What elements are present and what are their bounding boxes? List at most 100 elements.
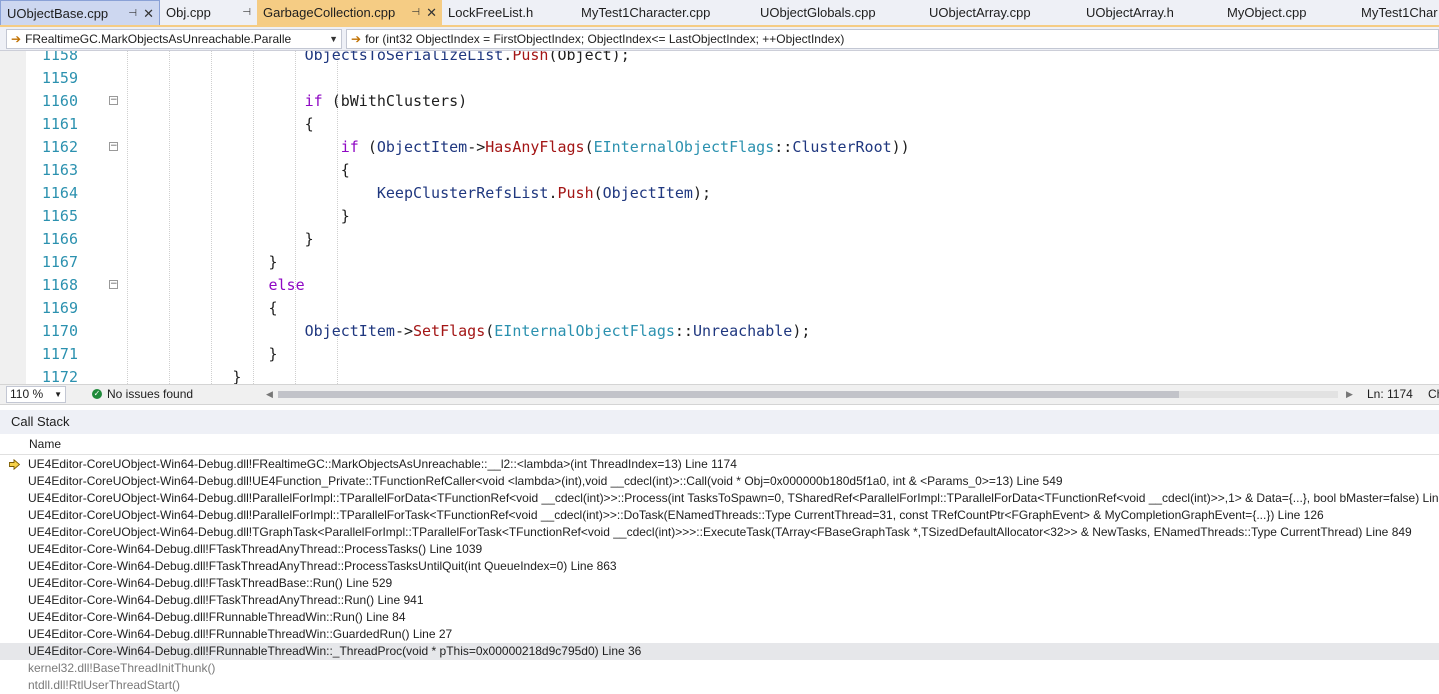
editor-status-bar: 110 % ▼ ✓ No issues found ◀ ▶ Ln: 1174 Ch bbox=[0, 384, 1439, 405]
line-number: 1160 bbox=[41, 92, 78, 110]
call-stack-frame-name: UE4Editor-Core-Win64-Debug.dll!FTaskThre… bbox=[28, 576, 393, 590]
code-token: EInternalObjectFlags bbox=[494, 322, 675, 340]
name-column-header[interactable]: Name bbox=[29, 434, 61, 455]
code-text: ObjectItem->SetFlags(EInternalObjectFlag… bbox=[124, 320, 811, 343]
call-stack-frame[interactable]: UE4Editor-Core-Win64-Debug.dll!FTaskThre… bbox=[0, 541, 1439, 558]
code-token: )) bbox=[891, 138, 910, 156]
code-token: KeepClusterRefsList bbox=[124, 184, 549, 202]
pin-icon[interactable]: ⊣ bbox=[128, 1, 137, 25]
issues-status[interactable]: No issues found bbox=[107, 385, 193, 404]
code-token: . bbox=[503, 51, 513, 64]
line-number: 1167 bbox=[41, 253, 78, 271]
member-dropdown[interactable]: ➔ for (int32 ObjectIndex = FirstObjectInd… bbox=[346, 29, 1439, 49]
call-stack-frame[interactable]: UE4Editor-Core-Win64-Debug.dll!FRunnable… bbox=[0, 626, 1439, 643]
call-stack-panel-header: Call Stack bbox=[0, 410, 1439, 434]
document-tab[interactable]: UObjectArray.h bbox=[1080, 0, 1221, 25]
call-stack-frame-name: UE4Editor-CoreUObject-Win64-Debug.dll!Pa… bbox=[28, 491, 1439, 505]
call-stack-frame[interactable]: ntdll.dll!RtlUserThreadStart() bbox=[0, 677, 1439, 694]
close-icon[interactable]: ✕ bbox=[143, 1, 154, 25]
code-text: KeepClusterRefsList.Push(ObjectItem); bbox=[124, 182, 711, 205]
code-line: 1160 − if (bWithClusters) bbox=[0, 90, 1439, 113]
scroll-left-icon[interactable]: ◀ bbox=[266, 385, 273, 404]
line-number: 1171 bbox=[41, 345, 78, 363]
document-tab-label: UObjectGlobals.cpp bbox=[760, 5, 876, 20]
code-token: } bbox=[124, 230, 314, 248]
document-tab[interactable]: UObjectGlobals.cpp bbox=[754, 0, 923, 25]
document-tab[interactable]: GarbageCollection.cpp ⊣ ✕ bbox=[257, 0, 442, 25]
code-token: (Object); bbox=[548, 51, 630, 64]
char-position: Ch bbox=[1428, 387, 1439, 401]
document-tab-label: MyTest1Char bbox=[1361, 5, 1438, 20]
call-stack-frame-name: UE4Editor-CoreUObject-Win64-Debug.dll!FR… bbox=[28, 457, 737, 471]
code-token: } bbox=[124, 368, 242, 384]
code-text: { bbox=[124, 113, 314, 136]
call-stack-frame[interactable]: UE4Editor-Core-Win64-Debug.dll!FRunnable… bbox=[0, 643, 1439, 660]
call-stack-frame[interactable]: UE4Editor-Core-Win64-Debug.dll!FTaskThre… bbox=[0, 558, 1439, 575]
code-token: ClusterRoot bbox=[792, 138, 892, 156]
code-editor[interactable]: 1158 ObjectsToSerializeList.Push(Object)… bbox=[0, 51, 1439, 384]
collapse-icon[interactable]: − bbox=[109, 96, 118, 105]
scope-arrow-icon: ➔ bbox=[11, 32, 22, 46]
document-tab[interactable]: Obj.cpp ⊣ bbox=[160, 0, 257, 25]
code-token: ObjectItem bbox=[602, 184, 693, 202]
document-tab[interactable]: MyTest1Char bbox=[1355, 0, 1439, 25]
code-line: 1159 bbox=[0, 67, 1439, 90]
code-token: EInternalObjectFlags bbox=[593, 138, 775, 156]
call-stack-frame-name: UE4Editor-Core-Win64-Debug.dll!FRunnable… bbox=[28, 610, 406, 624]
code-token: :: bbox=[774, 138, 793, 156]
document-tab-label: LockFreeList.h bbox=[448, 5, 534, 20]
document-tab[interactable]: LockFreeList.h bbox=[442, 0, 575, 25]
document-tab[interactable]: UObjectArray.cpp bbox=[923, 0, 1080, 25]
call-stack-frame[interactable]: UE4Editor-CoreUObject-Win64-Debug.dll!FR… bbox=[0, 456, 1439, 473]
pin-icon[interactable]: ⊣ bbox=[411, 0, 420, 25]
code-token: ObjectsToSerializeList bbox=[124, 51, 504, 64]
call-stack-title: Call Stack bbox=[11, 414, 70, 429]
line-number: 1172 bbox=[41, 368, 78, 384]
document-tab-label: GarbageCollection.cpp bbox=[263, 5, 396, 20]
code-text: if (ObjectItem->HasAnyFlags(EInternalObj… bbox=[124, 136, 910, 159]
line-number: 1162 bbox=[41, 138, 78, 156]
document-tab[interactable]: UObjectBase.cpp ⊣ ✕ bbox=[0, 0, 160, 25]
close-icon[interactable]: ✕ bbox=[426, 0, 437, 25]
horizontal-scrollbar[interactable] bbox=[278, 391, 1338, 398]
code-token: } bbox=[124, 345, 278, 363]
line-number: 1161 bbox=[41, 115, 78, 133]
horizontal-scrollbar-thumb[interactable] bbox=[278, 391, 1179, 398]
code-token: Unreachable bbox=[692, 322, 793, 340]
code-token: Push bbox=[557, 184, 594, 202]
call-stack-frame-name: UE4Editor-Core-Win64-Debug.dll!FTaskThre… bbox=[28, 593, 424, 607]
collapse-icon[interactable]: − bbox=[109, 142, 118, 151]
code-line: 1172 } bbox=[0, 366, 1439, 384]
code-text: } bbox=[124, 205, 350, 228]
call-stack-frame[interactable]: kernel32.dll!BaseThreadInitThunk() bbox=[0, 660, 1439, 677]
call-stack-frame[interactable]: UE4Editor-Core-Win64-Debug.dll!FRunnable… bbox=[0, 609, 1439, 626]
code-token: (bWithClusters) bbox=[322, 92, 468, 110]
scope-dropdown-value: FRealtimeGC.MarkObjectsAsUnreachable.Par… bbox=[25, 32, 292, 46]
call-stack-frame[interactable]: UE4Editor-Core-Win64-Debug.dll!FTaskThre… bbox=[0, 592, 1439, 609]
line-number: 1166 bbox=[41, 230, 78, 248]
code-text: } bbox=[124, 343, 278, 366]
call-stack-column-header[interactable]: Name bbox=[0, 434, 1439, 455]
code-line: 1161 { bbox=[0, 113, 1439, 136]
code-line: 1165 } bbox=[0, 205, 1439, 228]
call-stack-frame[interactable]: UE4Editor-CoreUObject-Win64-Debug.dll!UE… bbox=[0, 473, 1439, 490]
line-position: Ln: 1174 bbox=[1367, 387, 1413, 401]
call-stack-frame[interactable]: UE4Editor-Core-Win64-Debug.dll!FTaskThre… bbox=[0, 575, 1439, 592]
collapse-icon[interactable]: − bbox=[109, 280, 118, 289]
scroll-right-icon[interactable]: ▶ bbox=[1346, 385, 1353, 404]
document-tab[interactable]: MyTest1Character.cpp bbox=[575, 0, 754, 25]
zoom-dropdown[interactable]: 110 % ▼ bbox=[6, 386, 66, 403]
document-tab-bar: UObjectBase.cpp ⊣ ✕ Obj.cpp ⊣ GarbageCollecti… bbox=[0, 0, 1439, 27]
code-text: ObjectsToSerializeList.Push(Object); bbox=[124, 51, 630, 67]
scope-dropdown[interactable]: ➔ FRealtimeGC.MarkObjectsAsUnreachable.Pa… bbox=[6, 29, 342, 49]
code-token: ( bbox=[584, 138, 594, 156]
check-circle-icon: ✓ bbox=[92, 389, 102, 399]
code-token: } bbox=[124, 207, 350, 225]
document-tab[interactable]: MyObject.cpp bbox=[1221, 0, 1355, 25]
call-stack-frame[interactable]: UE4Editor-CoreUObject-Win64-Debug.dll!Pa… bbox=[0, 507, 1439, 524]
code-token: ( bbox=[593, 184, 603, 202]
call-stack-frame[interactable]: UE4Editor-CoreUObject-Win64-Debug.dll!Pa… bbox=[0, 490, 1439, 507]
line-number: 1163 bbox=[41, 161, 78, 179]
pin-icon[interactable]: ⊣ bbox=[242, 0, 251, 25]
call-stack-frame[interactable]: UE4Editor-CoreUObject-Win64-Debug.dll!TG… bbox=[0, 524, 1439, 541]
